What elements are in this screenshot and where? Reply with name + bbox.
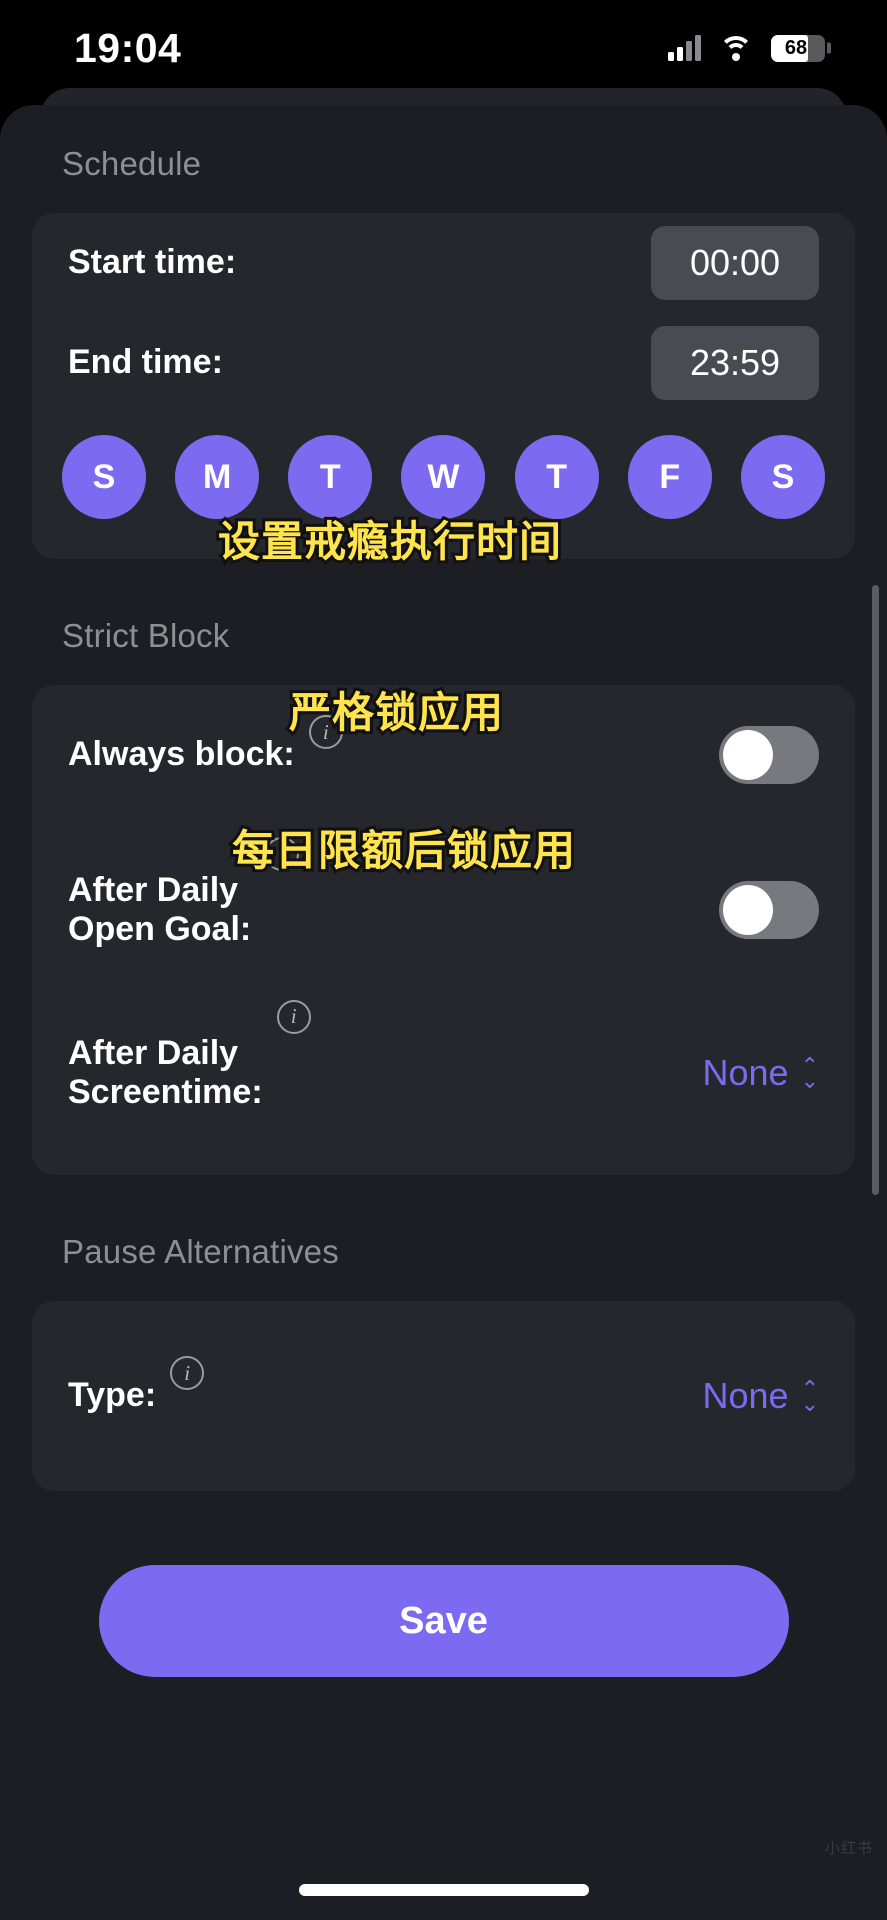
after-daily-open-goal-row[interactable]: After Daily Open Goal: i	[32, 825, 855, 995]
pause-type-label: Type:	[68, 1376, 157, 1415]
phone-screen: 19:04 68 Schedule Start time: 00:00 End	[0, 0, 887, 1920]
pause-type-dropdown[interactable]: None ⌃ ⌄	[703, 1375, 820, 1417]
info-icon[interactable]: i	[265, 836, 300, 871]
end-time-value[interactable]: 23:59	[651, 326, 819, 400]
day-toggle-tuesday[interactable]: T	[288, 435, 373, 519]
after-daily-screentime-label-group: After Daily Screentime: i	[68, 999, 311, 1112]
pause-type-value: None	[702, 1375, 789, 1416]
day-selector[interactable]: S M T W T F S	[32, 413, 855, 559]
wifi-icon	[719, 35, 753, 61]
chevron-updown-icon: ⌃ ⌄	[800, 1053, 819, 1093]
day-toggle-wednesday[interactable]: W	[401, 435, 486, 519]
battery-icon: 68	[771, 34, 831, 62]
pause-type-row[interactable]: Type: i None ⌃ ⌄	[32, 1301, 855, 1491]
start-time-label: Start time:	[68, 243, 237, 282]
section-title-strict-block: Strict Block	[62, 617, 230, 654]
after-daily-screentime-label: After Daily Screentime:	[68, 1033, 263, 1111]
schedule-card: Start time: 00:00 End time: 23:59 S M T …	[32, 213, 855, 559]
after-daily-open-goal-toggle[interactable]	[719, 881, 819, 939]
always-block-toggle[interactable]	[719, 726, 819, 784]
day-toggle-friday[interactable]: F	[627, 435, 712, 519]
after-daily-screentime-row[interactable]: After Daily Screentime: i None ⌃ ⌄	[32, 995, 855, 1175]
cellular-signal-icon	[668, 35, 701, 61]
status-bar-clock: 19:04	[74, 24, 182, 71]
save-button[interactable]: Save	[98, 1565, 789, 1677]
watermark: 小红书	[824, 1840, 873, 1857]
section-title-schedule: Schedule	[62, 145, 202, 182]
info-icon[interactable]: i	[170, 1356, 205, 1391]
after-daily-open-goal-label: After Daily Open Goal:	[68, 870, 252, 948]
status-bar: 19:04 68	[0, 0, 887, 96]
after-daily-open-goal-label-group: After Daily Open Goal: i	[68, 836, 300, 949]
chevron-updown-icon: ⌃ ⌄	[800, 1376, 819, 1416]
always-block-row[interactable]: Always block: i	[32, 685, 855, 825]
info-icon[interactable]: i	[308, 715, 343, 750]
start-time-value[interactable]: 00:00	[651, 226, 819, 300]
status-bar-indicators: 68	[668, 34, 831, 62]
strict-block-card: Always block: i After Daily Open Goal: i…	[32, 685, 855, 1175]
section-title-pause-alternatives: Pause Alternatives	[62, 1233, 339, 1270]
start-time-row[interactable]: Start time: 00:00	[32, 213, 855, 313]
save-button-container: Save	[0, 1565, 887, 1677]
end-time-row[interactable]: End time: 23:59	[32, 313, 855, 413]
info-icon[interactable]: i	[276, 999, 311, 1034]
vertical-scrollbar[interactable]	[872, 585, 879, 1195]
day-toggle-saturday[interactable]: S	[740, 435, 825, 519]
always-block-label-group: Always block: i	[68, 715, 343, 774]
after-daily-screentime-value: None	[702, 1052, 789, 1093]
day-toggle-sunday[interactable]: S	[62, 435, 146, 519]
pause-alternatives-card: Type: i None ⌃ ⌄	[32, 1301, 855, 1491]
home-indicator[interactable]	[298, 1884, 589, 1896]
end-time-label: End time:	[68, 343, 223, 382]
day-toggle-thursday[interactable]: T	[514, 435, 599, 519]
settings-sheet: Schedule Start time: 00:00 End time: 23:…	[0, 105, 887, 1920]
pause-type-label-group: Type: i	[68, 1356, 205, 1415]
always-block-label: Always block:	[68, 735, 295, 774]
day-toggle-monday[interactable]: M	[175, 435, 260, 519]
battery-percent-label: 68	[784, 36, 808, 59]
after-daily-screentime-dropdown[interactable]: None ⌃ ⌄	[703, 1052, 820, 1094]
